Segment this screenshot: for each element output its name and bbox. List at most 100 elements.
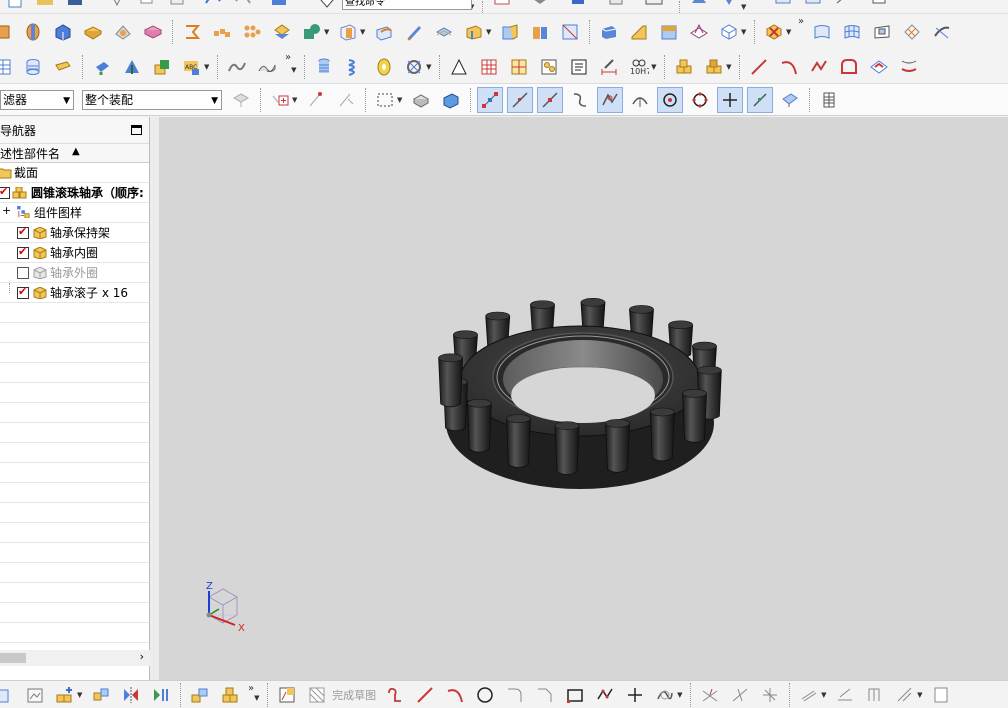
delete-body-icon[interactable] — [761, 19, 787, 45]
point-offset-icon[interactable] — [333, 87, 359, 113]
pattern-face-icon[interactable] — [239, 19, 265, 45]
select-face-icon[interactable] — [408, 87, 434, 113]
sketch-fillet-icon[interactable] — [502, 682, 528, 708]
split-body-icon[interactable] — [527, 19, 553, 45]
snap-line-icon[interactable] — [507, 86, 533, 113]
assembly-cubes-2-icon[interactable] — [701, 54, 727, 80]
tree-node-outer-ring[interactable]: 轴承外圈 — [0, 263, 149, 283]
copy-icon[interactable] — [134, 0, 160, 13]
visibility-checkbox[interactable] — [17, 225, 29, 239]
snap-existing-point-icon[interactable] — [717, 86, 743, 113]
snap-quadrant-icon[interactable] — [687, 87, 713, 113]
snap-arc-center-icon[interactable] — [627, 87, 653, 113]
paste-icon[interactable] — [164, 0, 190, 13]
rib-icon[interactable] — [656, 19, 682, 45]
surface-mesh-icon[interactable] — [899, 19, 925, 45]
snap-midpoint-icon[interactable] — [537, 86, 563, 113]
assembly-cubes-icon[interactable] — [0, 682, 18, 708]
emboss-icon[interactable] — [686, 19, 712, 45]
sketch-panel-icon[interactable] — [928, 682, 954, 708]
visibility-checkbox[interactable] — [0, 185, 10, 199]
view-icon[interactable] — [489, 0, 515, 13]
selection-scope-select[interactable]: 整个装配 ▼ — [82, 89, 222, 110]
fit-tolerance-icon[interactable]: 10H7 — [626, 54, 652, 80]
tree-node-sections[interactable]: 截面 — [0, 163, 149, 183]
quick-pick-icon[interactable] — [816, 87, 842, 113]
blank-box-icon[interactable] — [641, 0, 667, 13]
horizontal-scrollbar[interactable]: › — [0, 650, 150, 666]
trim-body-icon[interactable] — [497, 19, 523, 45]
surface-trim-icon[interactable] — [929, 19, 955, 45]
sketch-rectangle-icon[interactable] — [562, 682, 588, 708]
visibility-checkbox[interactable] — [17, 245, 29, 259]
snap-point-on-curve-icon[interactable] — [747, 86, 773, 113]
grid-table-icon[interactable] — [476, 54, 502, 80]
view-flip-icon[interactable] — [716, 0, 742, 13]
surface-a-icon[interactable] — [809, 19, 835, 45]
thicken-icon[interactable] — [431, 19, 457, 45]
dimension-sketch-icon[interactable] — [832, 682, 858, 708]
chamfer-icon[interactable] — [626, 19, 652, 45]
snap-center-icon[interactable] — [657, 86, 683, 113]
box-icon[interactable] — [603, 0, 629, 13]
type-filter-select[interactable]: 滤器 ▼ — [0, 89, 74, 110]
visibility-checkbox[interactable] — [17, 267, 29, 279]
offset-curve-icon[interactable] — [866, 54, 892, 80]
table-icon[interactable] — [0, 54, 16, 80]
spring-icon[interactable] — [311, 54, 337, 80]
navigator-column-header[interactable]: 描述性部件名 ▲ — [0, 143, 149, 163]
sketch-line-icon[interactable] — [412, 682, 438, 708]
show-constraints-icon[interactable] — [892, 682, 918, 708]
command-finder-icon[interactable] — [314, 0, 340, 13]
patch-icon[interactable] — [557, 19, 583, 45]
section-view-icon[interactable] — [506, 54, 532, 80]
arc-icon[interactable] — [776, 54, 802, 80]
gear-tool-icon[interactable] — [401, 54, 427, 80]
revolve-icon[interactable] — [20, 19, 46, 45]
tree-node-rollers[interactable]: 轴承滚子 x 16 — [0, 283, 149, 303]
cylinder-wire-icon[interactable] — [716, 19, 742, 45]
extrude-icon[interactable] — [0, 19, 16, 45]
spline-icon[interactable] — [224, 54, 250, 80]
boss-icon[interactable] — [110, 19, 136, 45]
parts-list-icon[interactable] — [536, 54, 562, 80]
pad-icon[interactable] — [80, 19, 106, 45]
assembly-constraint-icon[interactable] — [149, 54, 175, 80]
tree-node-root-assembly[interactable]: 圆锥滚珠轴承（顺序: — [0, 183, 149, 203]
edge-blend-icon[interactable] — [371, 19, 397, 45]
snap-intersection-icon[interactable] — [597, 86, 623, 113]
sketch-chamfer-icon[interactable] — [532, 682, 558, 708]
dimension-tag-icon[interactable] — [50, 54, 76, 80]
move-component-icon[interactable] — [119, 54, 145, 80]
tree-node-cage[interactable]: 轴承保持架 — [0, 223, 149, 243]
assembly-cubes-3-icon[interactable] — [217, 682, 243, 708]
sheet2-icon[interactable] — [800, 0, 826, 13]
quick-extend-icon[interactable] — [727, 682, 753, 708]
mirror-assembly-icon[interactable] — [118, 682, 144, 708]
sequence-icon[interactable] — [148, 682, 174, 708]
cylinder-stack-icon[interactable] — [20, 54, 46, 80]
draft-icon[interactable] — [596, 19, 622, 45]
dimension-icon[interactable] — [596, 54, 622, 80]
sheet-icon[interactable] — [770, 0, 796, 13]
rectangle-select-icon[interactable] — [372, 87, 398, 113]
scroll-right-icon[interactable]: › — [140, 650, 144, 663]
surface-curve-icon[interactable] — [254, 54, 280, 80]
sweep-icon[interactable] — [401, 19, 427, 45]
more-overflow-icon[interactable]: » — [798, 16, 804, 27]
unite-icon[interactable] — [299, 19, 325, 45]
point-on-curve-icon[interactable] — [303, 87, 329, 113]
sketch-icon[interactable] — [274, 682, 300, 708]
cut-icon[interactable] — [104, 0, 130, 13]
line-icon[interactable] — [746, 54, 772, 80]
panel-splitter[interactable] — [150, 117, 159, 680]
undo-icon[interactable] — [200, 0, 226, 13]
add-component-icon[interactable] — [89, 54, 115, 80]
tree-node-inner-ring[interactable]: 轴承内圈 — [0, 243, 149, 263]
shell-icon[interactable] — [335, 19, 361, 45]
sketch-arc-icon[interactable] — [442, 682, 468, 708]
replace-component-icon[interactable] — [88, 682, 114, 708]
image-icon[interactable] — [22, 682, 48, 708]
sort-ascending-icon[interactable]: ▲ — [72, 146, 80, 157]
coil-icon[interactable] — [341, 54, 367, 80]
